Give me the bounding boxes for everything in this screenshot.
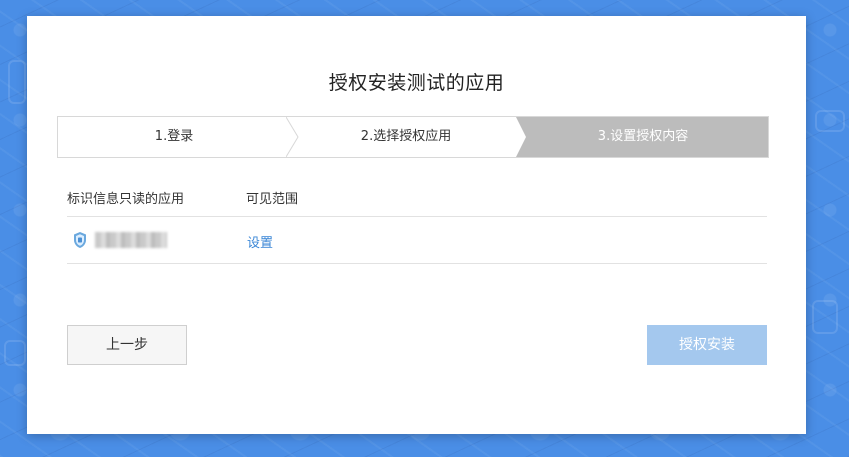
previous-step-button[interactable]: 上一步 [67,325,187,365]
authorize-install-button[interactable]: 授权安装 [647,325,767,365]
background-doodle [812,300,838,334]
background-doodle [815,110,845,132]
header-visibility-column: 可见范围 [246,192,299,207]
background-doodle [4,340,26,366]
step-set-content: 3.设置授权内容 [597,129,689,144]
visibility-settings-link[interactable]: 设置 [247,232,273,251]
step-select-app: 2.选择授权应用 [360,129,452,144]
background-doodle [8,60,26,104]
header-app-column: 标识信息只读的应用 [67,192,185,207]
authorize-install-dialog: 授权安装测试的应用 1.登录 2.选择授权应用 3.设置授权内容 标识信息只读的… [27,16,806,434]
app-permission-table: 标识信息只读的应用 可见范围 设置 [67,176,767,264]
shield-app-icon [74,232,86,248]
table-header: 标识信息只读的应用 可见范围 [67,176,767,217]
step-login: 1.登录 [154,129,194,144]
app-name-blurred [95,232,167,248]
step-progress-bar: 1.登录 2.选择授权应用 3.设置授权内容 [57,116,769,158]
table-row: 设置 [67,217,767,264]
dialog-title: 授权安装测试的应用 [328,72,505,94]
